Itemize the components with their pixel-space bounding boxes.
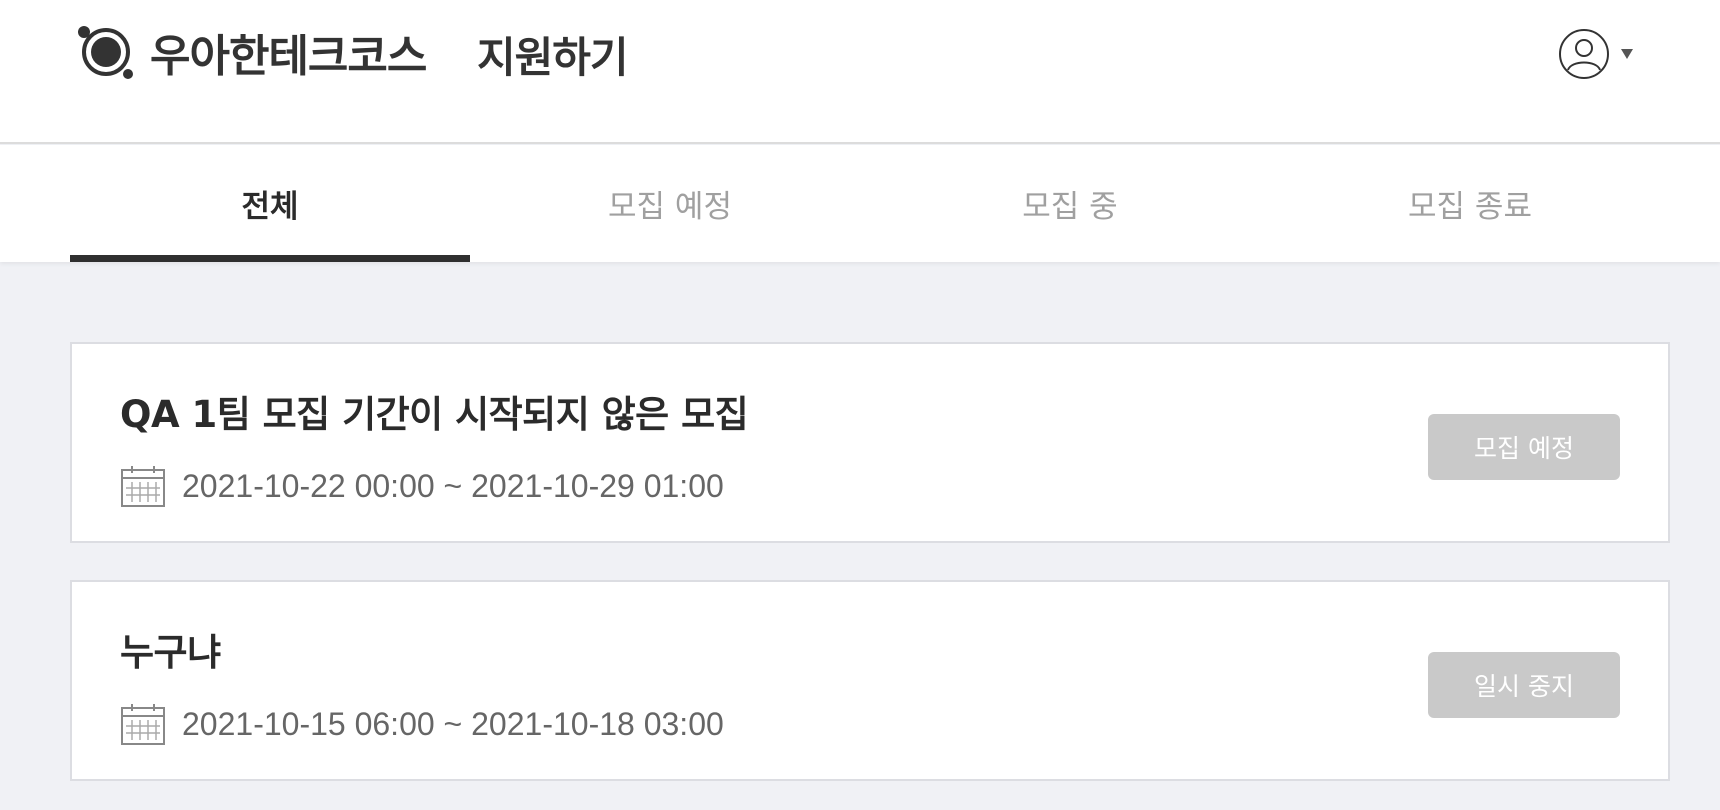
page-title: 지원하기 bbox=[477, 33, 629, 82]
brand-name: 우아한테크코스 bbox=[150, 31, 427, 82]
period-text: 2021-10-22 00:00 ~ 2021-10-29 01:00 bbox=[182, 467, 724, 504]
recruitment-period: 2021-10-15 06:00 ~ 2021-10-18 03:00 bbox=[120, 702, 724, 746]
brand-logo[interactable]: 우아한테크코스 bbox=[74, 22, 427, 82]
calendar-icon bbox=[121, 466, 165, 507]
tab-in-progress[interactable]: 모집 중 bbox=[870, 145, 1270, 262]
user-avatar-icon bbox=[1559, 29, 1609, 79]
calendar-icon bbox=[121, 704, 165, 745]
planet-logo-icon bbox=[78, 26, 133, 79]
period-text: 2021-10-15 06:00 ~ 2021-10-18 03:00 bbox=[182, 705, 724, 742]
recruitment-card[interactable]: 누구냐 2021-10-15 06:00 ~ 2021-10-18 03:00 … bbox=[70, 580, 1670, 781]
status-button[interactable]: 모집 예정 bbox=[1428, 414, 1620, 480]
recruitment-title: 누구냐 bbox=[120, 631, 221, 674]
tab-upcoming[interactable]: 모집 예정 bbox=[470, 145, 870, 262]
recruitment-period: 2021-10-22 00:00 ~ 2021-10-29 01:00 bbox=[120, 464, 724, 508]
caret-down-icon[interactable] bbox=[1620, 48, 1634, 60]
top-header: 우아한테크코스 지원하기 bbox=[0, 0, 1720, 144]
tab-closed[interactable]: 모집 종료 bbox=[1270, 145, 1670, 262]
profile-menu[interactable] bbox=[1558, 28, 1634, 80]
tab-all[interactable]: 전체 bbox=[70, 145, 470, 262]
status-button[interactable]: 일시 중지 bbox=[1428, 652, 1620, 718]
recruitment-tabs: 전체 모집 예정 모집 중 모집 종료 bbox=[0, 145, 1720, 262]
recruitment-card[interactable]: QA 1팀 모집 기간이 시작되지 않은 모집 2021-10-22 00:00… bbox=[70, 342, 1670, 543]
recruitment-title: QA 1팀 모집 기간이 시작되지 않은 모집 bbox=[120, 393, 749, 436]
